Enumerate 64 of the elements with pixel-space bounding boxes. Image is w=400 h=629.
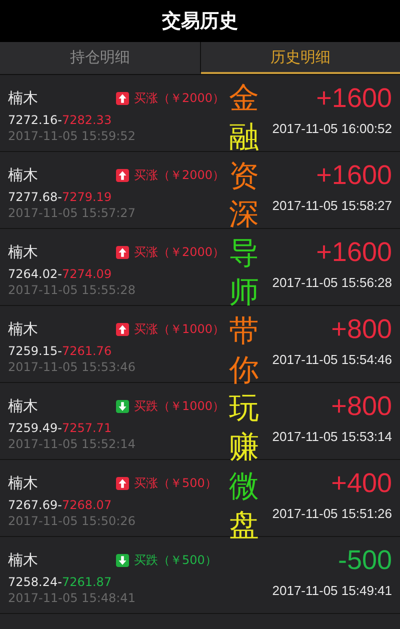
close-time: 2017-11-05 15:58:27 xyxy=(272,196,392,214)
close-time: 2017-11-05 16:00:52 xyxy=(272,120,392,136)
price-range: 7277.68- xyxy=(8,190,62,204)
price-range: 7259.49- xyxy=(8,420,62,434)
price-range: 7258.24- xyxy=(8,574,62,588)
overlay-character: 赚 xyxy=(229,429,260,468)
overlay-character: 微 xyxy=(229,468,260,506)
profit-amount: +1600 xyxy=(316,159,392,191)
open-time: 2017-11-05 15:52:14 xyxy=(8,436,136,453)
overlay-character: 盘 xyxy=(229,506,260,545)
open-time: 2017-11-05 15:57:27 xyxy=(8,205,136,222)
open-time: 2017-11-05 15:50:26 xyxy=(8,513,136,530)
profit-amount: +1600 xyxy=(316,82,392,114)
overlay-character: 资 xyxy=(229,158,260,196)
product-name: 楠木 xyxy=(8,550,38,570)
tab[interactable]: 历史明细 xyxy=(200,42,400,74)
close-time: 2017-11-05 15:51:26 xyxy=(272,504,392,522)
close-time: 2017-11-05 15:56:28 xyxy=(272,274,392,290)
overlay-character: 金 xyxy=(229,80,260,118)
open-time: 2017-11-05 15:53:46 xyxy=(8,359,136,376)
overlay-character: 融 xyxy=(229,118,260,157)
tab[interactable]: 持仓明细 xyxy=(0,42,200,74)
product-name: 楠木 xyxy=(8,88,38,108)
price-range: 7272.16- xyxy=(8,112,62,126)
close-time: 2017-11-05 15:54:46 xyxy=(272,350,392,368)
profit-amount: +400 xyxy=(331,467,392,499)
close-price: 7279.19 xyxy=(62,190,112,204)
product-name: 楠木 xyxy=(8,242,38,262)
close-price: 7257.71 xyxy=(62,420,112,434)
price-range: 7259.15- xyxy=(8,344,62,358)
close-price: 7261.87 xyxy=(62,574,112,588)
close-price: 7261.76 xyxy=(62,344,112,358)
profit-amount: +800 xyxy=(331,390,392,422)
product-name: 楠木 xyxy=(8,396,38,416)
order-label: 买涨（￥2000） xyxy=(134,244,225,260)
order-label: 买跌（￥1000） xyxy=(134,398,225,414)
overlay-character: 带 xyxy=(229,312,260,351)
page-title: 交易历史 xyxy=(162,9,238,34)
close-time: 2017-11-05 15:53:14 xyxy=(272,428,392,444)
order-label: 买涨（￥2000） xyxy=(134,90,225,106)
product-name: 楠木 xyxy=(8,165,38,185)
open-time: 2017-11-05 15:55:28 xyxy=(8,282,136,299)
close-price: 7268.07 xyxy=(62,498,112,512)
close-price: 7274.09 xyxy=(62,266,112,280)
overlay-character: 导 xyxy=(229,235,260,274)
price-range: 7267.69- xyxy=(8,498,62,512)
order-label: 买涨（￥2000） xyxy=(134,167,225,183)
overlay-character: 深 xyxy=(229,196,260,234)
close-time: 2017-11-05 15:49:41 xyxy=(272,582,392,598)
product-name: 楠木 xyxy=(8,319,38,339)
close-price: 7282.33 xyxy=(62,112,112,126)
order-label: 买涨（￥500） xyxy=(134,475,217,491)
profit-amount: +1600 xyxy=(316,236,392,268)
price-range: 7264.02- xyxy=(8,266,62,280)
profit-amount: -500 xyxy=(338,544,392,576)
profit-amount: +800 xyxy=(331,313,392,345)
overlay-character: 玩 xyxy=(229,390,260,428)
open-time: 2017-11-05 15:59:52 xyxy=(8,128,136,145)
product-name: 楠木 xyxy=(8,473,38,493)
overlay-character: 师 xyxy=(229,274,260,312)
overlay-character: 你 xyxy=(229,352,260,390)
order-label: 买涨（￥1000） xyxy=(134,321,225,337)
order-label: 买跌（￥500） xyxy=(134,552,217,568)
open-time: 2017-11-05 15:48:41 xyxy=(8,590,136,607)
